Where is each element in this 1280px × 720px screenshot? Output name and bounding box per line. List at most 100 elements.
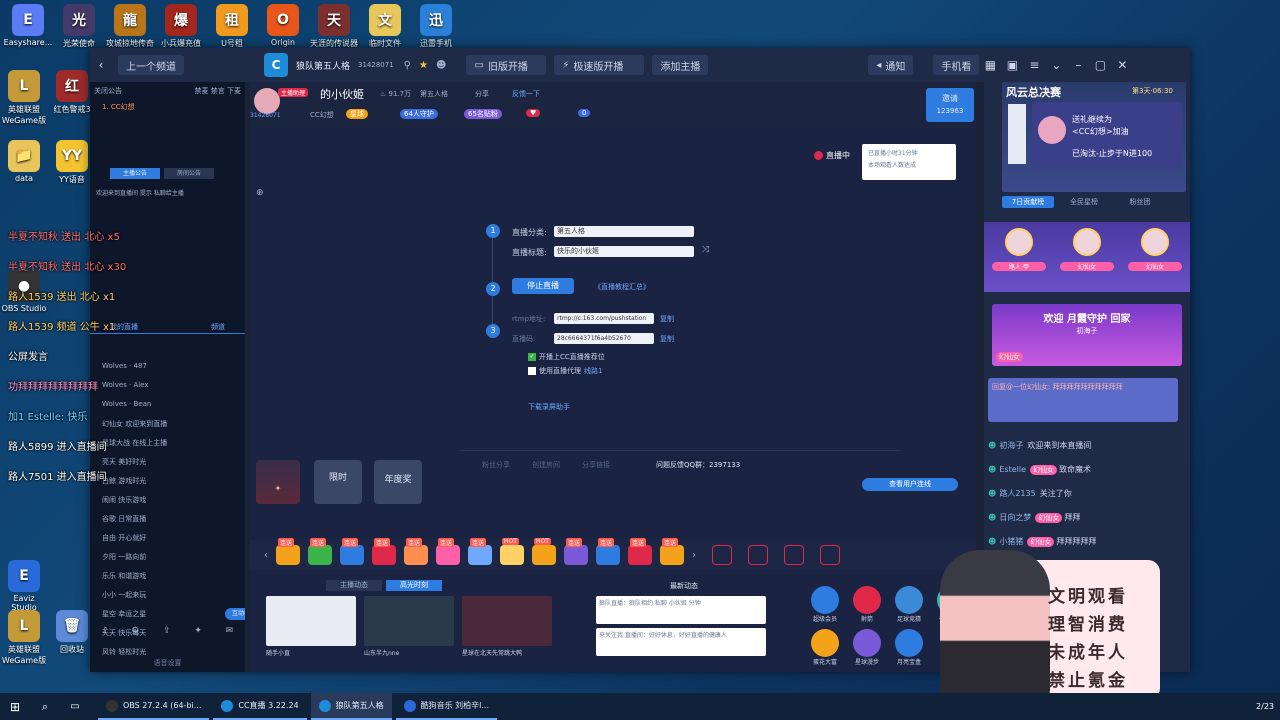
channel-user-row[interactable]: 乐乐 和谐游戏 xyxy=(98,571,243,586)
gift-item[interactable]: 连送 xyxy=(404,538,428,565)
windows-start-icon[interactable]: ⊞ xyxy=(0,693,30,720)
grid-icon[interactable]: ▦ xyxy=(979,54,1001,76)
channel-user-row[interactable]: 闹闹 快乐游戏 xyxy=(98,495,243,510)
search-icon[interactable]: ⌕ xyxy=(30,693,60,720)
highlight-thumbnail[interactable]: 山东半九nne xyxy=(364,596,454,657)
maximize-icon[interactable]: ▢ xyxy=(1089,54,1111,76)
channel-user-row[interactable]: 夕阳 一路向前 xyxy=(98,552,243,567)
report-link[interactable]: 反馈一下 xyxy=(512,89,540,99)
room-category[interactable]: 第五人格 xyxy=(420,89,448,99)
download-assistant-link[interactable]: 下载录屏助手 xyxy=(528,402,570,412)
tab-anchor-dynamic[interactable]: 主播动态 xyxy=(326,580,382,591)
gift-promo-card[interactable]: 送礼继续为 <CC幻想>加油 已淘汰-止步于N进100 xyxy=(1032,102,1182,168)
gift-item[interactable]: 连送 xyxy=(628,538,652,565)
tool-link[interactable]: 分享链接 xyxy=(582,460,610,470)
task-view-icon[interactable]: ▭ xyxy=(60,693,90,720)
tool-link[interactable]: 创建房间 xyxy=(532,460,560,470)
category-field[interactable]: 第五人格 xyxy=(554,226,694,237)
stop-live-button[interactable]: 停止直播 xyxy=(512,278,574,294)
desktop-icon[interactable]: ● OBS Studio xyxy=(0,270,48,313)
copy-code-link[interactable]: 复制 xyxy=(660,334,674,344)
tab-latest[interactable]: 最新动态 xyxy=(670,581,698,591)
desktop-icon[interactable]: L 英雄联盟WeGame版 xyxy=(0,610,48,666)
gift-item[interactable]: 连送 xyxy=(468,538,492,565)
gift-item[interactable]: 连送 xyxy=(660,538,684,565)
rank-tab[interactable]: 粉丝团 xyxy=(1114,196,1166,208)
desktop-icon[interactable]: 龍攻城掠地传奇 xyxy=(102,4,158,49)
fans-badge[interactable]: 64人守护 xyxy=(400,109,438,119)
channel-user-row[interactable]: 亮天 美好时光 xyxy=(98,457,243,472)
desktop-icon[interactable]: 红红色警戒3 xyxy=(48,70,96,115)
rank-tab[interactable]: 7日贡献榜 xyxy=(1002,196,1054,208)
gift-icon[interactable]: ✦ xyxy=(194,626,202,636)
anchor-avatar[interactable] xyxy=(254,88,280,114)
channel-user-row[interactable]: 谷歌 日常直播 xyxy=(98,514,243,529)
tab-highlight[interactable]: 高光时刻 xyxy=(386,580,442,591)
highlight-thumbnail[interactable]: 随手小直 xyxy=(266,596,356,657)
users-icon[interactable]: ☻ xyxy=(436,60,446,71)
code-field[interactable]: 28c6664371f6a4b52670 xyxy=(554,333,654,344)
prev-channel-button[interactable]: 上一个频道 xyxy=(118,55,184,75)
tab-room-notice[interactable]: 房间公告 xyxy=(164,168,214,179)
chat-line[interactable]: ☻ 日向之梦 幻仙女 拜拜 xyxy=(988,512,1080,523)
heart-badge-icon[interactable]: ♥ xyxy=(526,109,541,117)
shuffle-icon[interactable]: ⤨ xyxy=(702,245,709,255)
chat-line[interactable]: ☻ 小猪猪 幻仙女 拜拜拜拜拜 xyxy=(988,536,1096,547)
invite-button[interactable]: 邀请 123963 xyxy=(926,88,974,122)
share-link[interactable]: 分享 xyxy=(475,89,489,99)
gift-item[interactable]: 连送 xyxy=(372,538,396,565)
close-notice-button[interactable]: 关闭公告 xyxy=(94,86,122,96)
tab-anchor-notice[interactable]: 主播公告 xyxy=(110,168,160,179)
guard-badge[interactable]: 65名贴粉 xyxy=(464,109,502,119)
mini-app[interactable]: 月亮宝盒 xyxy=(888,629,930,666)
mini-app[interactable]: 射箭 xyxy=(846,586,888,623)
close-icon[interactable]: ✕ xyxy=(1111,54,1133,76)
desktop-icon[interactable]: E Easyshare... xyxy=(0,4,56,47)
gift-prev-icon[interactable]: ‹ xyxy=(264,550,268,561)
notice-button[interactable]: ◂ 通知 xyxy=(868,55,914,75)
news-card-2[interactable]: 来关注我 直播间：好好休息，好好直播的健康人 xyxy=(596,628,766,656)
desktop-icon[interactable]: 爆小兵爆充值 xyxy=(153,4,209,49)
chat-line[interactable]: ☻ 初海子 欢迎来到本直播间 xyxy=(988,440,1091,451)
desktop-icon[interactable]: YY YY语音 xyxy=(48,140,96,185)
channel-user-row[interactable]: Wolves · Alex xyxy=(98,381,243,396)
anchor-name[interactable]: 的小伙姬 xyxy=(320,86,364,102)
copy-rtmp-link[interactable]: 复制 xyxy=(660,314,674,324)
taskbar-app[interactable]: OBS 27.2.4 (64-bi... xyxy=(98,693,210,720)
checkbox-checked-icon[interactable]: ✓ xyxy=(528,353,536,361)
channel-user-row[interactable]: 星空 幸运之星 xyxy=(98,609,243,624)
gift-item[interactable]: 连送 xyxy=(340,538,364,565)
gift-next-icon[interactable]: › xyxy=(692,550,696,561)
final-banner[interactable]: 风云总决赛 第3天·06:30 送礼继续为 <CC幻想>加油 已淘汰-止步于N进… xyxy=(1002,82,1186,192)
channel-user-row[interactable]: 小小 一起来玩 xyxy=(98,590,243,605)
tool-link[interactable]: 粉丝分享 xyxy=(482,460,510,470)
desktop-icon[interactable]: 租 U号租 xyxy=(204,4,260,49)
box-icon[interactable] xyxy=(748,545,768,565)
channel-user-row[interactable]: 幻仙女 欢迎来到直播 xyxy=(98,419,243,434)
mic-controls[interactable]: 禁麦 禁言 下麦 xyxy=(195,86,241,96)
pin-icon[interactable]: ⚲ xyxy=(404,60,411,71)
gift-item[interactable]: 连送 xyxy=(436,538,460,565)
tab-my-live[interactable]: 我的直播 xyxy=(110,322,138,333)
proxy-checkbox-row[interactable]: 使用直播代理 线路1 xyxy=(528,366,602,376)
desktop-icon[interactable]: E Eaviz Studio xyxy=(0,560,48,612)
phone-view-button[interactable]: 手机看 xyxy=(933,55,980,75)
more-icon[interactable] xyxy=(820,545,840,565)
channel-user-row[interactable]: 白鲸 游戏时光 xyxy=(98,476,243,491)
rank-user[interactable]: 路人·甲 xyxy=(992,228,1046,271)
channel-user-row[interactable]: 星球大战 在线上主播 xyxy=(98,438,243,453)
lucky-icon[interactable] xyxy=(712,545,732,565)
desktop-icon[interactable]: 文临时文件 xyxy=(357,4,413,49)
desktop-icon[interactable]: 迅迅雷手机 xyxy=(408,4,464,49)
recommend-checkbox-row[interactable]: ✓ 开播上CC直播推荐位 xyxy=(528,352,605,362)
interaction-robot-button[interactable]: 互动机器 xyxy=(225,608,245,620)
screenshot-icon[interactable]: ⊕ xyxy=(256,188,264,198)
taskbar-app[interactable]: 酷狗音乐 刘柏辛l... xyxy=(395,693,498,720)
gift-item[interactable]: HOT xyxy=(532,538,556,565)
news-card-1[interactable]: 狼队直播：狼队相约 私聊 小伙姬 分钟 xyxy=(596,596,766,624)
desktop-icon[interactable]: 光光荣使命 xyxy=(51,4,107,49)
channel-user-row[interactable]: Wolves · Bean xyxy=(98,400,243,415)
skin-icon[interactable]: ▣ xyxy=(1001,54,1023,76)
rank-user[interactable]: 幻仙女 xyxy=(1060,228,1114,271)
share-icon[interactable]: ⇪ xyxy=(163,626,171,636)
